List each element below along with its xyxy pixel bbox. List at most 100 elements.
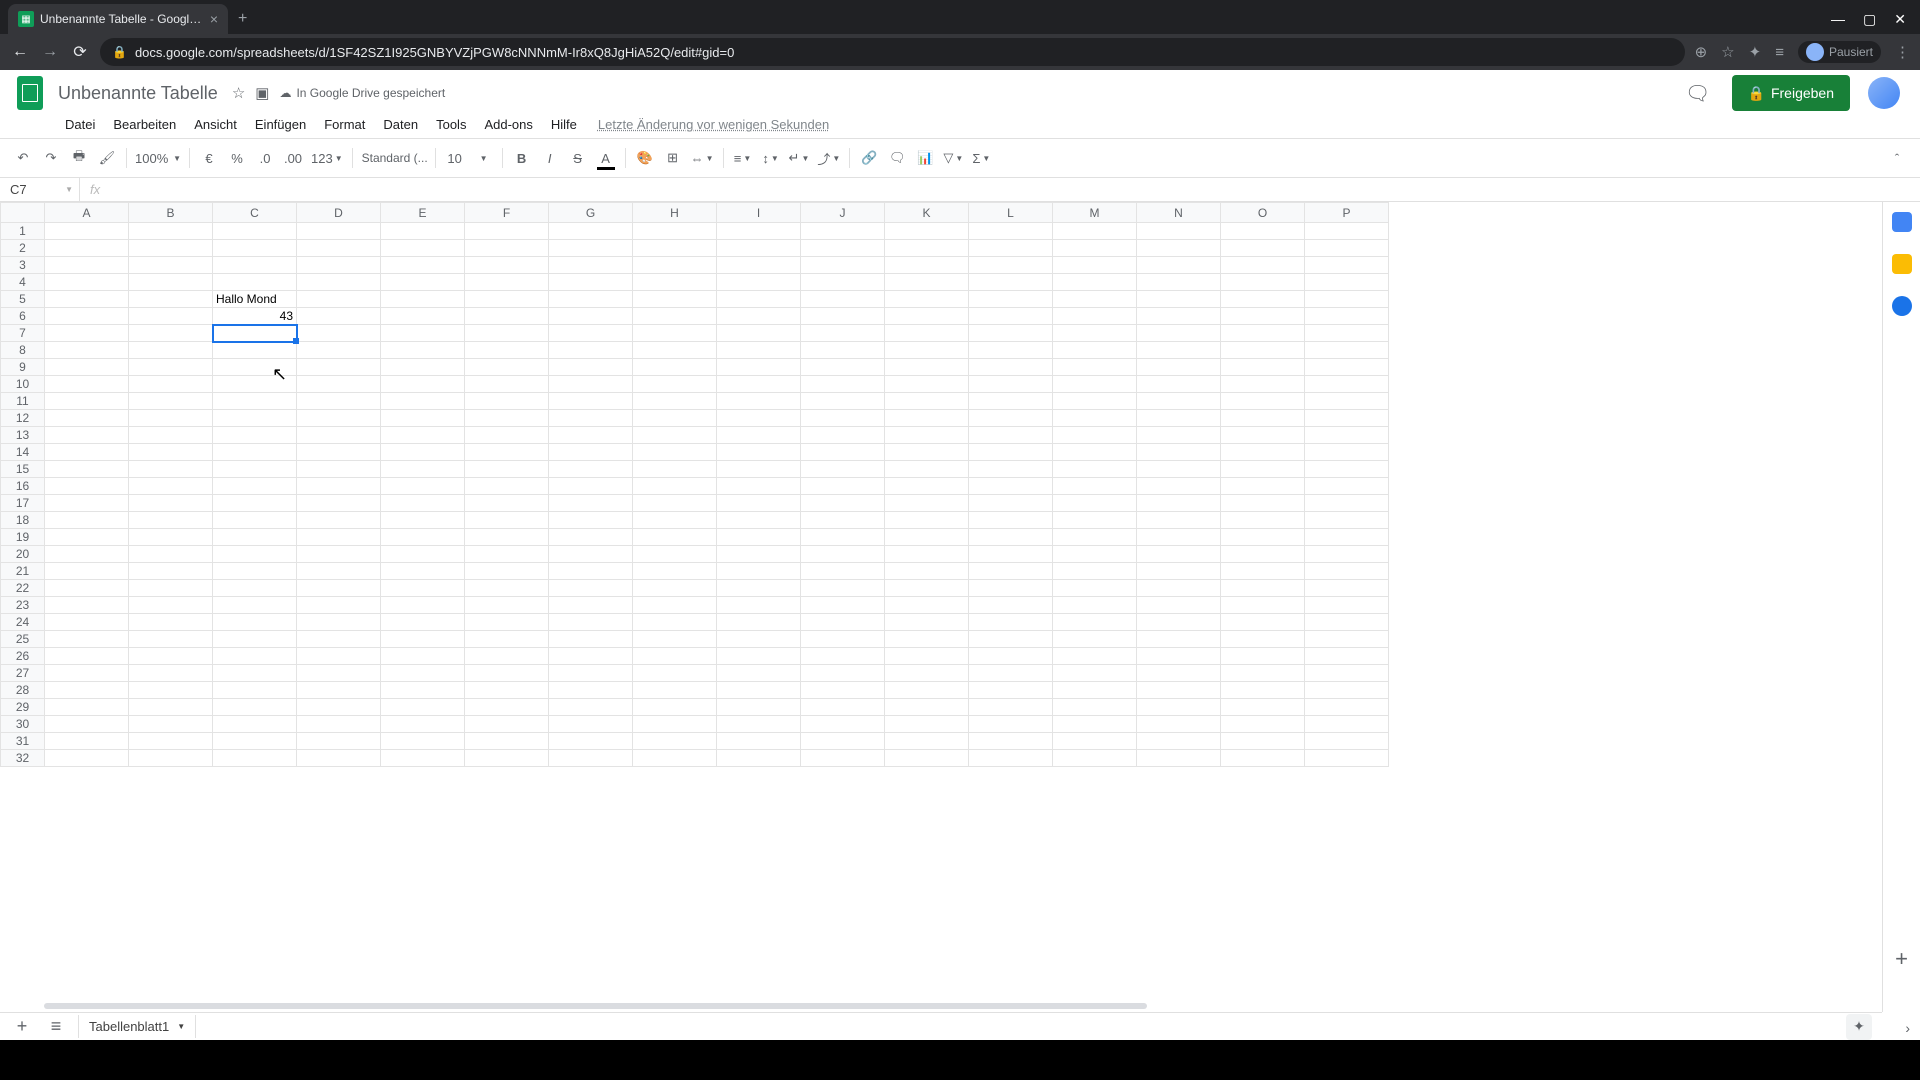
cell[interactable] xyxy=(465,274,549,291)
cell[interactable] xyxy=(213,325,297,342)
cell[interactable] xyxy=(297,410,381,427)
cell[interactable] xyxy=(549,699,633,716)
insert-link-button[interactable]: 🔗 xyxy=(856,145,882,171)
cell[interactable] xyxy=(1305,716,1389,733)
cell[interactable] xyxy=(213,750,297,767)
row-header[interactable]: 24 xyxy=(1,614,45,631)
cell[interactable] xyxy=(1305,240,1389,257)
account-avatar[interactable] xyxy=(1868,77,1900,109)
cell[interactable] xyxy=(633,410,717,427)
row-header[interactable]: 9 xyxy=(1,359,45,376)
cell[interactable] xyxy=(297,461,381,478)
cell[interactable] xyxy=(297,529,381,546)
cell[interactable] xyxy=(465,223,549,240)
cell[interactable] xyxy=(213,478,297,495)
insert-chart-button[interactable]: 📊 xyxy=(912,145,938,171)
cell[interactable] xyxy=(633,597,717,614)
cell[interactable] xyxy=(549,325,633,342)
cell[interactable] xyxy=(465,563,549,580)
row-header[interactable]: 5 xyxy=(1,291,45,308)
cell[interactable] xyxy=(717,257,801,274)
row-header[interactable]: 1 xyxy=(1,223,45,240)
cell[interactable] xyxy=(549,240,633,257)
cell[interactable] xyxy=(549,393,633,410)
row-header[interactable]: 10 xyxy=(1,376,45,393)
cell[interactable] xyxy=(1137,240,1221,257)
cell[interactable] xyxy=(297,495,381,512)
cell[interactable] xyxy=(213,682,297,699)
browser-tab[interactable]: ▦ Unbenannte Tabelle - Google Ta × xyxy=(8,4,228,34)
cell[interactable] xyxy=(885,223,969,240)
row-header[interactable]: 22 xyxy=(1,580,45,597)
cell[interactable] xyxy=(717,291,801,308)
row-header[interactable]: 11 xyxy=(1,393,45,410)
cell[interactable] xyxy=(717,563,801,580)
cell[interactable] xyxy=(129,308,213,325)
star-icon[interactable]: ☆ xyxy=(232,84,245,102)
row-header[interactable]: 12 xyxy=(1,410,45,427)
cell[interactable] xyxy=(45,495,129,512)
cell[interactable] xyxy=(297,257,381,274)
cell[interactable] xyxy=(45,274,129,291)
cell[interactable] xyxy=(213,563,297,580)
column-header[interactable]: O xyxy=(1221,203,1305,223)
cell[interactable] xyxy=(465,614,549,631)
bookmark-star-icon[interactable]: ☆ xyxy=(1721,43,1734,61)
cell[interactable] xyxy=(801,461,885,478)
cell[interactable] xyxy=(1305,257,1389,274)
cell[interactable] xyxy=(1053,699,1137,716)
cell[interactable] xyxy=(717,699,801,716)
cell[interactable] xyxy=(381,478,465,495)
paint-format-button[interactable]: 🖌 xyxy=(94,145,120,171)
add-sheet-button[interactable]: + xyxy=(10,1016,34,1037)
cell[interactable] xyxy=(549,223,633,240)
cell[interactable] xyxy=(129,563,213,580)
cell[interactable] xyxy=(1305,376,1389,393)
cell[interactable] xyxy=(1305,444,1389,461)
cell[interactable] xyxy=(381,240,465,257)
cell[interactable] xyxy=(1305,648,1389,665)
cell[interactable] xyxy=(549,563,633,580)
cell[interactable] xyxy=(717,427,801,444)
row-header[interactable]: 27 xyxy=(1,665,45,682)
cell[interactable] xyxy=(1053,444,1137,461)
undo-button[interactable]: ↶ xyxy=(10,145,36,171)
cell[interactable] xyxy=(717,546,801,563)
cell[interactable] xyxy=(465,393,549,410)
row-header[interactable]: 30 xyxy=(1,716,45,733)
cell[interactable] xyxy=(45,750,129,767)
cell[interactable] xyxy=(801,274,885,291)
cell[interactable] xyxy=(1221,529,1305,546)
cell[interactable] xyxy=(885,359,969,376)
row-header[interactable]: 3 xyxy=(1,257,45,274)
cell[interactable] xyxy=(717,529,801,546)
collapse-side-panel-button[interactable]: › xyxy=(1905,1020,1910,1036)
cell[interactable] xyxy=(969,410,1053,427)
cell[interactable] xyxy=(969,427,1053,444)
cell[interactable] xyxy=(885,580,969,597)
cell[interactable] xyxy=(381,665,465,682)
column-header[interactable]: H xyxy=(633,203,717,223)
cell[interactable] xyxy=(1137,699,1221,716)
cell[interactable] xyxy=(801,410,885,427)
cell[interactable] xyxy=(1137,376,1221,393)
cell[interactable] xyxy=(1221,699,1305,716)
cell[interactable] xyxy=(549,665,633,682)
number-format-button[interactable]: 123▼ xyxy=(308,145,346,171)
cell[interactable] xyxy=(633,716,717,733)
cell[interactable] xyxy=(801,631,885,648)
cell[interactable] xyxy=(381,750,465,767)
cell[interactable] xyxy=(381,274,465,291)
zoom-selector[interactable]: 100%▼ xyxy=(133,145,183,171)
cell[interactable] xyxy=(885,733,969,750)
cell[interactable] xyxy=(633,308,717,325)
maximize-icon[interactable]: ▢ xyxy=(1863,11,1876,28)
menu-ansicht[interactable]: Ansicht xyxy=(187,113,244,136)
row-header[interactable]: 13 xyxy=(1,427,45,444)
cell[interactable] xyxy=(45,342,129,359)
cell[interactable] xyxy=(1221,274,1305,291)
row-header[interactable]: 29 xyxy=(1,699,45,716)
cell[interactable] xyxy=(213,240,297,257)
font-size-dropdown[interactable]: ▼ xyxy=(470,145,496,171)
cell[interactable] xyxy=(129,240,213,257)
